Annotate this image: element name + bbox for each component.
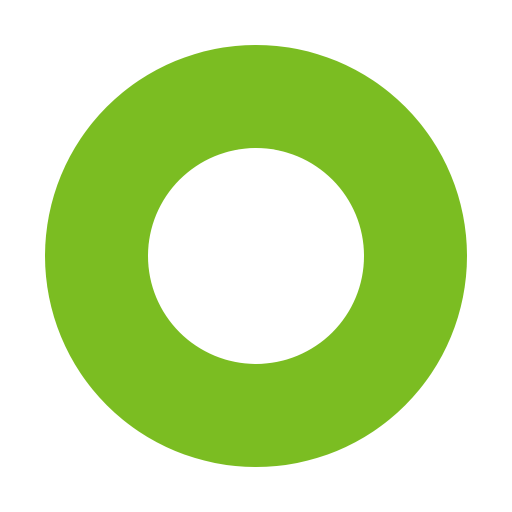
- ring-icon: [45, 45, 467, 467]
- ring-inner-hole: [148, 148, 364, 364]
- app-icon-canvas: [0, 0, 512, 512]
